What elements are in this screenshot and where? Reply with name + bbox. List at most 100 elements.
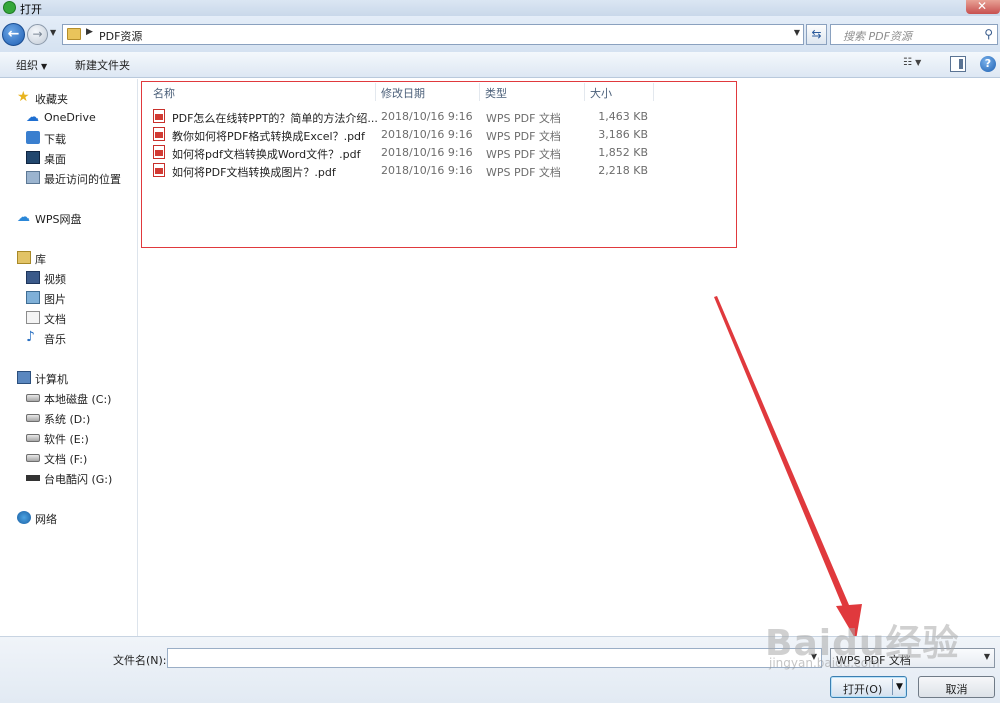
drive-icon [26,414,40,422]
sidebar-item-label: 图片 [44,293,66,306]
file-name: 教你如何将PDF格式转换成Excel？.pdf [172,130,365,143]
filename-input[interactable]: ▼ [167,648,822,668]
column-divider[interactable] [653,83,654,101]
documents-icon [26,311,40,324]
help-button[interactable]: ? [980,56,996,72]
view-list-icon: ☷ [903,57,912,68]
file-row[interactable]: 如何将PDF文档转换成图片？.pdf 2018/10/16 9:16 WPS P… [153,162,753,180]
close-button[interactable]: ✕ [966,0,1000,14]
drive-icon [26,394,40,402]
file-name: 如何将pdf文档转换成Word文件？.pdf [172,148,361,161]
file-name: 如何将PDF文档转换成图片？.pdf [172,166,336,179]
file-date: 2018/10/16 9:16 [381,110,473,123]
file-row[interactable]: 如何将pdf文档转换成Word文件？.pdf 2018/10/16 9:16 W… [153,144,753,162]
cancel-button[interactable]: 取消 [918,676,995,698]
sidebar-item-label: 计算机 [35,373,68,386]
file-type: WPS PDF 文档 [486,148,561,161]
help-icon: ? [984,57,992,70]
cancel-button-label: 取消 [945,683,968,696]
organize-button[interactable]: 组织 ▼ [16,57,47,73]
sidebar-item-label: 台电酷闪 (G:) [44,473,113,486]
file-list[interactable]: 名称 修改日期 类型 大小 PDF怎么在线转PPT的？简单的方法介绍... 20… [139,79,1000,636]
download-folder-icon [26,131,40,144]
address-bar[interactable]: ▶ PDF资源 ▼ [62,24,804,45]
pdf-file-icon [153,109,165,123]
search-input[interactable]: 搜索 PDF资源 ⚲ [830,24,998,45]
sidebar-item-label: 最近访问的位置 [44,173,121,186]
column-divider[interactable] [584,83,585,101]
pictures-icon [26,291,40,304]
filetype-select[interactable]: WPS PDF 文档 ▼ [830,648,995,668]
sidebar-item-label: 文档 [44,313,66,326]
sidebar-item-label: WPS网盘 [35,213,82,226]
library-icon [17,251,31,264]
column-header-name[interactable]: 名称 [153,85,175,101]
sidebar-item-label: 文档 (F:) [44,453,88,466]
dialog-footer: 文件名(N): ▼ WPS PDF 文档 ▼ 打开(O) ▼ 取消 [0,636,1000,703]
chevron-down-icon: ▼ [915,58,922,67]
sidebar-item-label: 网络 [35,513,57,526]
file-date: 2018/10/16 9:16 [381,128,473,141]
column-header-type[interactable]: 类型 [485,85,507,101]
file-name: PDF怎么在线转PPT的？简单的方法介绍... [172,112,378,125]
drive-icon [26,434,40,442]
column-header-size[interactable]: 大小 [590,85,612,101]
file-type: WPS PDF 文档 [486,130,561,143]
address-dropdown-icon[interactable]: ▼ [794,28,800,37]
star-icon: ★ [17,89,30,105]
breadcrumb-current[interactable]: PDF资源 [99,28,142,44]
cloud-icon: ☁ [26,110,39,125]
navigation-bar: ← → ▼ ▶ PDF资源 ▼ ⇆ 搜索 PDF资源 ⚲ [0,16,1000,52]
title-bar: 打开 ✕ [0,0,1000,16]
forward-button[interactable]: → [27,24,48,45]
computer-icon [17,371,31,384]
window-title: 打开 [20,3,42,16]
back-arrow-icon: ← [7,26,20,42]
music-icon: ♪ [26,329,35,345]
open-button[interactable]: 打开(O) ▼ [830,676,907,698]
new-folder-button[interactable]: 新建文件夹 [75,57,130,73]
video-icon [26,271,40,284]
open-options-dropdown-icon[interactable]: ▼ [896,682,903,692]
file-size: 2,218 KB [598,164,648,177]
close-icon: ✕ [977,0,988,13]
sidebar-item-label: 收藏夹 [35,93,68,106]
search-placeholder: 搜索 PDF资源 [843,30,912,43]
search-icon[interactable]: ⚲ [984,27,993,41]
column-header-date[interactable]: 修改日期 [381,85,425,101]
forward-arrow-icon: → [32,27,43,41]
back-button[interactable]: ← [2,23,25,46]
file-date: 2018/10/16 9:16 [381,146,473,159]
column-divider[interactable] [479,83,480,101]
refresh-button[interactable]: ⇆ [806,24,827,45]
sidebar-item-label: 库 [35,253,46,266]
breadcrumb-separator-icon[interactable]: ▶ [86,27,93,37]
file-row[interactable]: 教你如何将PDF格式转换成Excel？.pdf 2018/10/16 9:16 … [153,126,753,144]
chevron-down-icon[interactable]: ▼ [811,652,817,661]
sidebar-item-label: 软件 (E:) [44,433,89,446]
file-size: 3,186 KB [598,128,648,141]
network-icon [17,511,31,524]
preview-pane-button[interactable] [950,56,966,72]
navigation-pane: ★ 收藏夹 ☁ OneDrive 下载 桌面 最近访问的位置 ☁ WPS网盘 库 视频… [0,79,138,636]
folder-icon [67,28,81,40]
file-type: WPS PDF 文档 [486,166,561,179]
split-divider [892,679,893,695]
drive-icon [26,454,40,462]
usb-drive-icon [26,475,40,481]
sidebar-item-label: 本地磁盘 (C:) [44,393,112,406]
pdf-file-icon [153,127,165,141]
recent-locations-dropdown[interactable]: ▼ [50,28,59,40]
app-icon [3,1,16,14]
organize-label: 组织 [16,59,38,72]
change-view-button[interactable]: ☷ ▼ [903,57,936,73]
file-row[interactable]: PDF怎么在线转PPT的？简单的方法介绍... 2018/10/16 9:16 … [153,108,753,126]
file-date: 2018/10/16 9:16 [381,164,473,177]
desktop-icon [26,151,40,164]
sidebar-item-label: OneDrive [44,111,96,124]
file-size: 1,852 KB [598,146,648,159]
pdf-file-icon [153,163,165,177]
column-divider[interactable] [375,83,376,101]
sidebar-item-label: 系统 (D:) [44,413,91,426]
filename-label: 文件名(N): [113,654,167,667]
